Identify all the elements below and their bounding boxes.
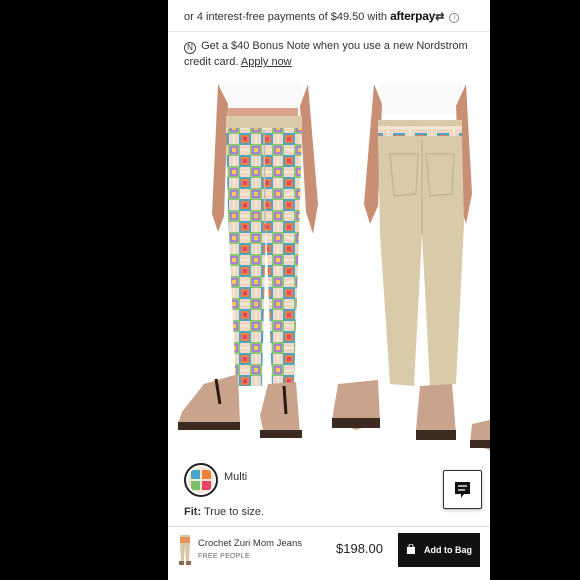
color-label: Multi <box>224 471 248 483</box>
fit-label: Fit: <box>184 506 202 518</box>
add-to-bag-label: Add to Bag <box>424 545 472 555</box>
product-image[interactable] <box>168 84 490 454</box>
product-page: or 4 interest-free payments of $49.50 wi… <box>168 0 490 580</box>
bonus-note-promo: N Get a $40 Bonus Note when you use a ne… <box>184 38 480 70</box>
afterpay-line: or 4 interest-free payments of $49.50 wi… <box>184 9 460 23</box>
product-name[interactable]: Crochet Zuri Mom Jeans <box>198 538 302 549</box>
fit-info: Fit: True to size. <box>184 506 264 518</box>
product-thumbnail <box>174 533 196 567</box>
price: $198.00 <box>336 541 383 556</box>
card-icon: N <box>184 42 196 54</box>
model-front <box>178 84 318 438</box>
fit-value: True to size. <box>203 506 265 518</box>
bonus-text: Get a $40 Bonus Note when you use a new … <box>184 40 468 68</box>
info-icon[interactable]: i <box>449 13 460 23</box>
apply-now-link[interactable]: Apply now <box>241 56 292 68</box>
afterpay-logo: afterpay <box>390 9 436 23</box>
chat-icon <box>455 482 470 498</box>
afterpay-text: or 4 interest-free payments of $49.50 wi… <box>184 11 387 23</box>
divider <box>168 31 490 32</box>
afterpay-logo-arrow-icon: ⇄ <box>435 11 445 23</box>
bag-icon <box>407 544 415 554</box>
model-back <box>332 84 490 450</box>
chat-button[interactable] <box>443 470 482 509</box>
color-swatch-multi[interactable] <box>184 463 218 497</box>
sticky-add-to-bag-bar: Crochet Zuri Mom Jeans FREE PEOPLE $198.… <box>168 526 490 580</box>
add-to-bag-button[interactable]: Add to Bag <box>398 533 480 567</box>
swatch-image <box>188 467 214 493</box>
brand-name: FREE PEOPLE <box>198 553 250 560</box>
